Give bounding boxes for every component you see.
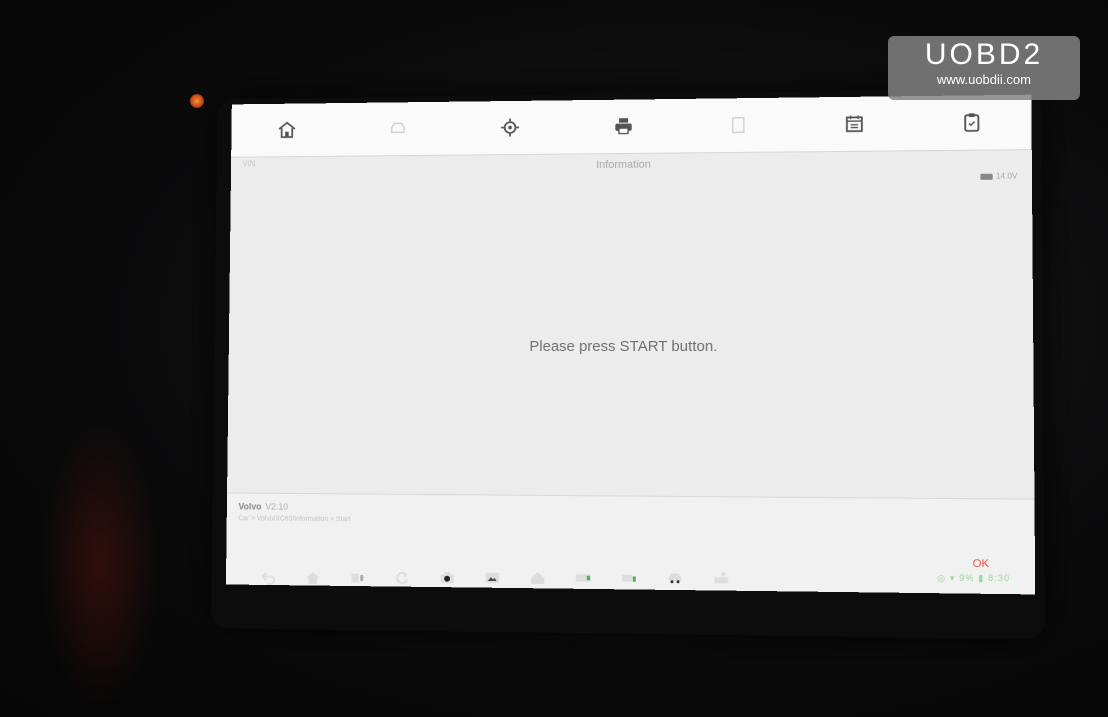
- tablet-screen: VIN Information 14.0V Please press START…: [225, 94, 1036, 595]
- top-toolbar: [231, 94, 1032, 158]
- car-icon[interactable]: [652, 566, 698, 590]
- back-icon[interactable]: [246, 566, 291, 590]
- vehicle-icon[interactable]: [378, 109, 417, 149]
- page-title: Information: [596, 158, 651, 172]
- vci-icon[interactable]: [560, 566, 606, 590]
- vin-label: VIN: [242, 159, 256, 169]
- maxifix-home-icon[interactable]: [515, 566, 561, 590]
- refresh-icon[interactable]: [380, 566, 425, 590]
- battery-icon: [980, 173, 993, 180]
- screenshot-icon[interactable]: [470, 566, 515, 590]
- settings-icon[interactable]: [490, 108, 529, 148]
- calendar-icon[interactable]: [834, 104, 875, 144]
- vehicle-version: V2.10: [265, 501, 289, 512]
- uobd2-watermark: UOBD2 www.uobdii.com: [888, 36, 1080, 100]
- clipboard-icon[interactable]: [952, 102, 993, 143]
- status-bar-text: ◎ ▾ 9% ▮ 8:30: [937, 572, 1011, 583]
- recent-apps-icon[interactable]: [335, 566, 380, 590]
- watermark-brand: UOBD2: [924, 38, 1044, 71]
- power-led: [190, 94, 204, 108]
- battery-indicator: 14.0V: [980, 171, 1018, 181]
- print-icon[interactable]: [604, 106, 644, 146]
- ambient-red-glow: [40, 420, 160, 710]
- user-car-icon[interactable]: [698, 566, 744, 590]
- watermark-url: www.uobdii.com: [937, 72, 1031, 87]
- home-nav-icon[interactable]: [290, 566, 335, 590]
- help-icon[interactable]: [718, 105, 758, 145]
- vehicle-path: Car > Volvo/XC60/Information > Start: [238, 515, 351, 524]
- home-icon[interactable]: [267, 110, 306, 149]
- android-nav-bar: ◎ ▾ 9% ▮ 8:30: [236, 547, 1035, 608]
- battery-voltage: 14.0V: [995, 171, 1018, 181]
- vehicle-info: Volvo V2.10: [238, 501, 288, 511]
- vehicle-status-icon[interactable]: [606, 566, 652, 590]
- camera-icon[interactable]: [425, 566, 470, 590]
- vehicle-name: Volvo: [238, 501, 262, 512]
- instruction-message: Please press START button.: [529, 337, 718, 356]
